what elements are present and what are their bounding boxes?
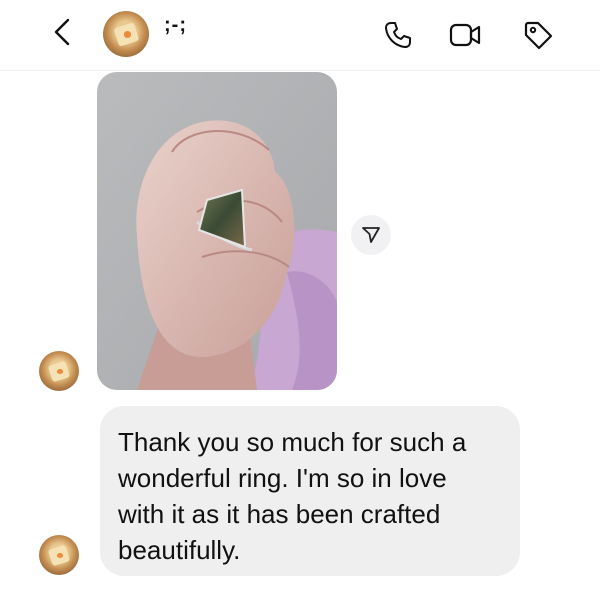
text-message-bubble[interactable]: Thank you so much for such a wonderful r… xyxy=(100,406,520,576)
send-arrow-icon xyxy=(362,227,380,243)
contact-name[interactable]: ;-; xyxy=(164,14,187,37)
video-call-button[interactable] xyxy=(447,17,483,53)
contact-avatar[interactable] xyxy=(103,11,149,57)
tag-icon xyxy=(524,21,553,50)
share-button[interactable] xyxy=(351,215,391,255)
ring-photo xyxy=(97,72,337,390)
sender-avatar[interactable] xyxy=(39,351,79,391)
video-camera-icon xyxy=(449,23,481,47)
chat-header: ;-; xyxy=(0,0,600,71)
tag-button[interactable] xyxy=(520,17,556,53)
sender-avatar[interactable] xyxy=(39,535,79,575)
phone-icon xyxy=(385,22,411,48)
chat-screen: ;-; Thank you so much for such a wonderf… xyxy=(0,0,600,600)
call-button[interactable] xyxy=(380,17,416,53)
back-chevron-icon xyxy=(54,18,70,46)
message-text: Thank you so much for such a wonderful r… xyxy=(118,427,467,565)
photo-message[interactable] xyxy=(97,72,337,390)
back-button[interactable] xyxy=(47,14,77,50)
